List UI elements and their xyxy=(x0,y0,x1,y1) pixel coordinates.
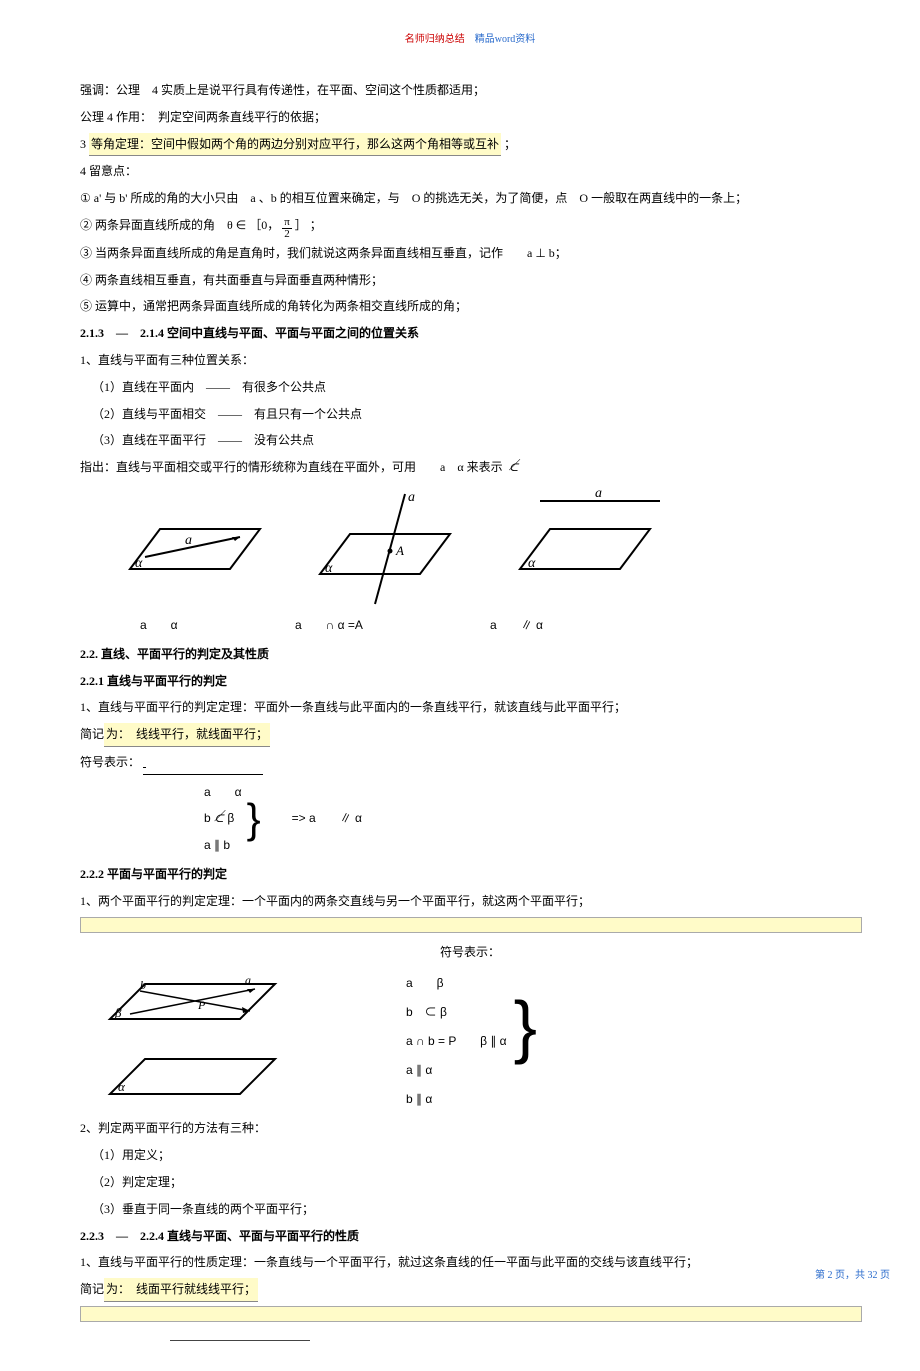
svg-text:α: α xyxy=(118,1079,126,1094)
list-item: （1）直线在平面内 —— 有很多个公共点 xyxy=(80,376,860,399)
sym-line: a ∥ b xyxy=(200,832,246,859)
caption: a α xyxy=(140,614,295,637)
paragraph: 指出：直线与平面相交或平行的情形统称为直线在平面外，可用 a α 来表示 ⊂ xyxy=(80,456,860,479)
short-rule xyxy=(170,1340,310,1341)
paragraph: 1、直线与平面平行的判定定理：平面外一条直线与此平面内的一条直线平行，就该直线与… xyxy=(80,696,860,719)
symbol-notation-1: a α } => a ∥ α b ⊂ β a ∥ b xyxy=(200,779,400,859)
highlight-text: 等角定理：空间中假如两个角的两边分别对应平行，那么这两个角相等或互补 xyxy=(89,133,501,157)
highlight-text: 为： 线面平行就线线平行； xyxy=(104,1278,258,1302)
text: 简记 xyxy=(80,727,104,741)
text: 简记 xyxy=(80,1282,104,1296)
diagram-two-planes: a b P β α xyxy=(80,969,300,1109)
section-heading: 2.2.3 — 2.2.4 直线与平面、平面与平面平行的性质 xyxy=(80,1225,860,1248)
text: ② 两条异面直线所成的角 θ ∈ ［0， xyxy=(80,218,279,232)
not-subset-icon: ⊂ xyxy=(214,807,224,830)
header-red: 名师归纳总结 xyxy=(405,34,465,45)
svg-text:a: a xyxy=(595,489,602,501)
highlight-box xyxy=(80,917,862,933)
svg-text:α: α xyxy=(528,556,536,571)
sym-line: a ∩ b = P β ∥ α xyxy=(400,1027,513,1056)
section-heading: 2.1.3 — 2.1.4 空间中直线与平面、平面与平面之间的位置关系 xyxy=(80,322,860,345)
header-blue: 精品word资料 xyxy=(475,34,536,45)
diagram-captions: a α a ∩ α =A a ∥ α xyxy=(140,614,860,637)
text: 指出：直线与平面相交或平行的情形统称为直线在平面外，可用 a α 来表示 xyxy=(80,460,503,474)
svg-text:β: β xyxy=(114,1005,122,1020)
svg-text:A: A xyxy=(395,543,404,558)
sym-line: a α xyxy=(200,779,246,806)
list-item: （2）判定定理； xyxy=(80,1171,860,1194)
paragraph: 强调：公理 4 实质上是说平行具有传递性，在平面、空间这个性质都适用； xyxy=(80,79,860,102)
diagram-line-intersects-plane: a A α xyxy=(300,489,470,609)
diagram-line-parallel-plane: a α xyxy=(500,489,670,584)
svg-text:P: P xyxy=(197,998,206,1012)
list-item: （3）垂直于同一条直线的两个平面平行； xyxy=(80,1198,860,1221)
paragraph: 简记为： 线线平行，就线面平行； xyxy=(80,723,860,747)
plane-diagrams: a α a A α a α xyxy=(110,489,860,609)
paragraph: ⑤ 运算中，通常把两条异面直线所成的角转化为两条相交直线所成的角； xyxy=(80,295,860,318)
svg-text:b: b xyxy=(140,978,146,992)
period: ； xyxy=(504,137,516,151)
list-item: （3）直线在平面平行 —— 没有公共点 xyxy=(80,429,860,452)
item-number: 3 xyxy=(80,137,86,151)
paragraph: 3 等角定理：空间中假如两个角的两边分别对应平行，那么这两个角相等或互补 ； xyxy=(80,133,860,157)
svg-text:α: α xyxy=(325,561,333,576)
svg-text:a: a xyxy=(185,533,192,548)
list-item: （1）用定义； xyxy=(80,1144,860,1167)
section-heading: 2.2.1 直线与平面平行的判定 xyxy=(80,670,860,693)
paragraph: 简记为： 线面平行就线线平行； xyxy=(80,1278,860,1302)
diagram-and-symbols: a b P β α a β } b ⊂ β a ∩ b = P β ∥ α a … xyxy=(80,969,860,1113)
paragraph: 符号表示： xyxy=(80,751,860,775)
highlight-box xyxy=(80,1306,862,1322)
svg-text:a: a xyxy=(408,490,415,505)
page-header: 名师归纳总结 精品word资料 xyxy=(80,30,860,49)
label: 符号表示： xyxy=(80,941,860,964)
not-subset-icon: ⊂ xyxy=(509,456,519,479)
sym-line: b ⊂ β xyxy=(400,998,513,1027)
paragraph: 1、两个平面平行的判定定理：一个平面内的两条交直线与另一个平面平行，就这两个平面… xyxy=(80,890,860,913)
page-footer: 第 2 页，共 32 页 xyxy=(815,1266,890,1285)
list-item: （2）直线与平面相交 —— 有且只有一个公共点 xyxy=(80,403,860,426)
section-heading: 2.2.2 平面与平面平行的判定 xyxy=(80,863,860,886)
caption: a ∩ α =A xyxy=(295,614,490,637)
paragraph: ② 两条异面直线所成的角 θ ∈ ［0， π2 ］ ； xyxy=(80,214,860,238)
paragraph: 4 留意点： xyxy=(80,160,860,183)
sym-line: b ∥ α xyxy=(400,1085,513,1114)
section-heading: 2.2. 直线、平面平行的判定及其性质 xyxy=(80,643,860,666)
paragraph: 2、判定两平面平行的方法有三种： xyxy=(80,1117,860,1140)
paragraph: 1、直线与平面有三种位置关系： xyxy=(80,349,860,372)
symbol-notation-2: a β } b ⊂ β a ∩ b = P β ∥ α a ∥ α b ∥ α xyxy=(400,969,547,1113)
sym-result: => a ∥ α xyxy=(262,779,363,859)
paragraph: 1、直线与平面平行的性质定理：一条直线与一个平面平行，就过这条直线的任一平面与此… xyxy=(80,1251,860,1274)
sym-line: b ⊂ β xyxy=(200,805,246,832)
svg-text:α: α xyxy=(135,556,143,571)
caption: a ∥ α xyxy=(490,614,543,637)
paragraph: ① a' 与 b' 所成的角的大小只由 a 、b 的相互位置来确定，与 O 的挑… xyxy=(80,187,860,210)
sym-line: a ∥ α xyxy=(400,1056,513,1085)
brace-icon: } xyxy=(514,987,537,1065)
fraction-pi-over-2: π2 xyxy=(282,217,292,240)
text: 符号表示： xyxy=(80,755,140,769)
paragraph: ④ 两条直线相互垂直，有共面垂直与异面垂直两种情形； xyxy=(80,269,860,292)
paragraph: ③ 当两条异面直线所成的角是直角时，我们就说这两条异面直线相互垂直，记作 a ⊥… xyxy=(80,242,860,265)
paragraph: 公理 4 作用： 判定空间两条直线平行的依据； xyxy=(80,106,860,129)
svg-text:a: a xyxy=(245,973,251,987)
text: ］ ； xyxy=(295,218,322,232)
sym-line: a β xyxy=(400,969,513,998)
diagram-line-in-plane: a α xyxy=(110,489,270,584)
highlight-text: 为： 线线平行，就线面平行； xyxy=(104,723,270,747)
